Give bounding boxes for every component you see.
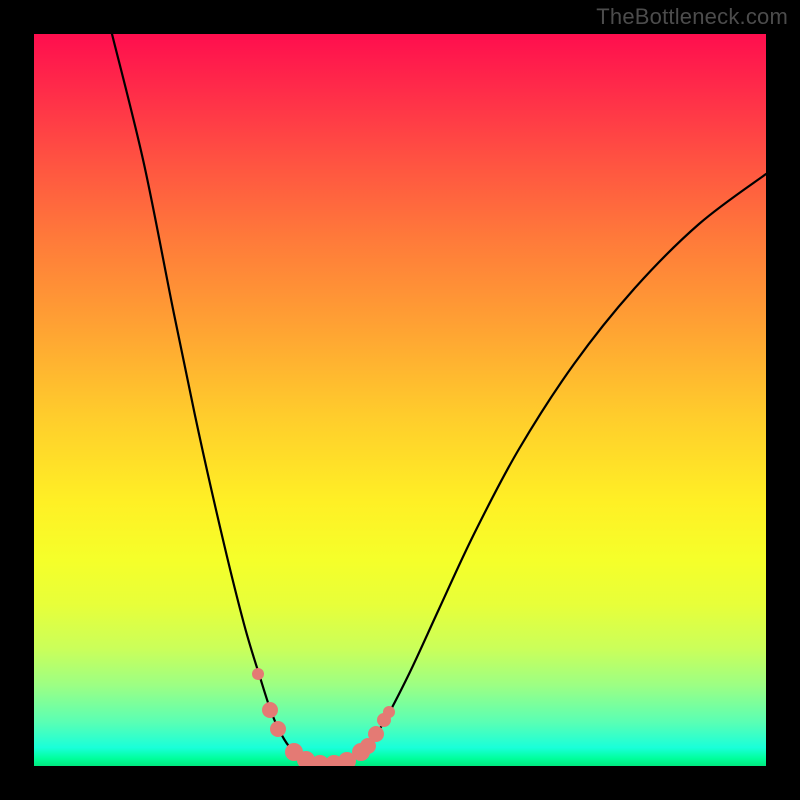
- curve-marker: [252, 668, 264, 680]
- bottleneck-curve: [112, 34, 766, 764]
- curve-marker: [262, 702, 278, 718]
- chart-plot-area: [34, 34, 766, 766]
- curve-marker: [368, 726, 384, 742]
- chart-svg: [34, 34, 766, 766]
- curve-marker: [383, 706, 395, 718]
- curve-marker: [270, 721, 286, 737]
- watermark-text: TheBottleneck.com: [596, 4, 788, 30]
- curve-markers: [252, 668, 395, 766]
